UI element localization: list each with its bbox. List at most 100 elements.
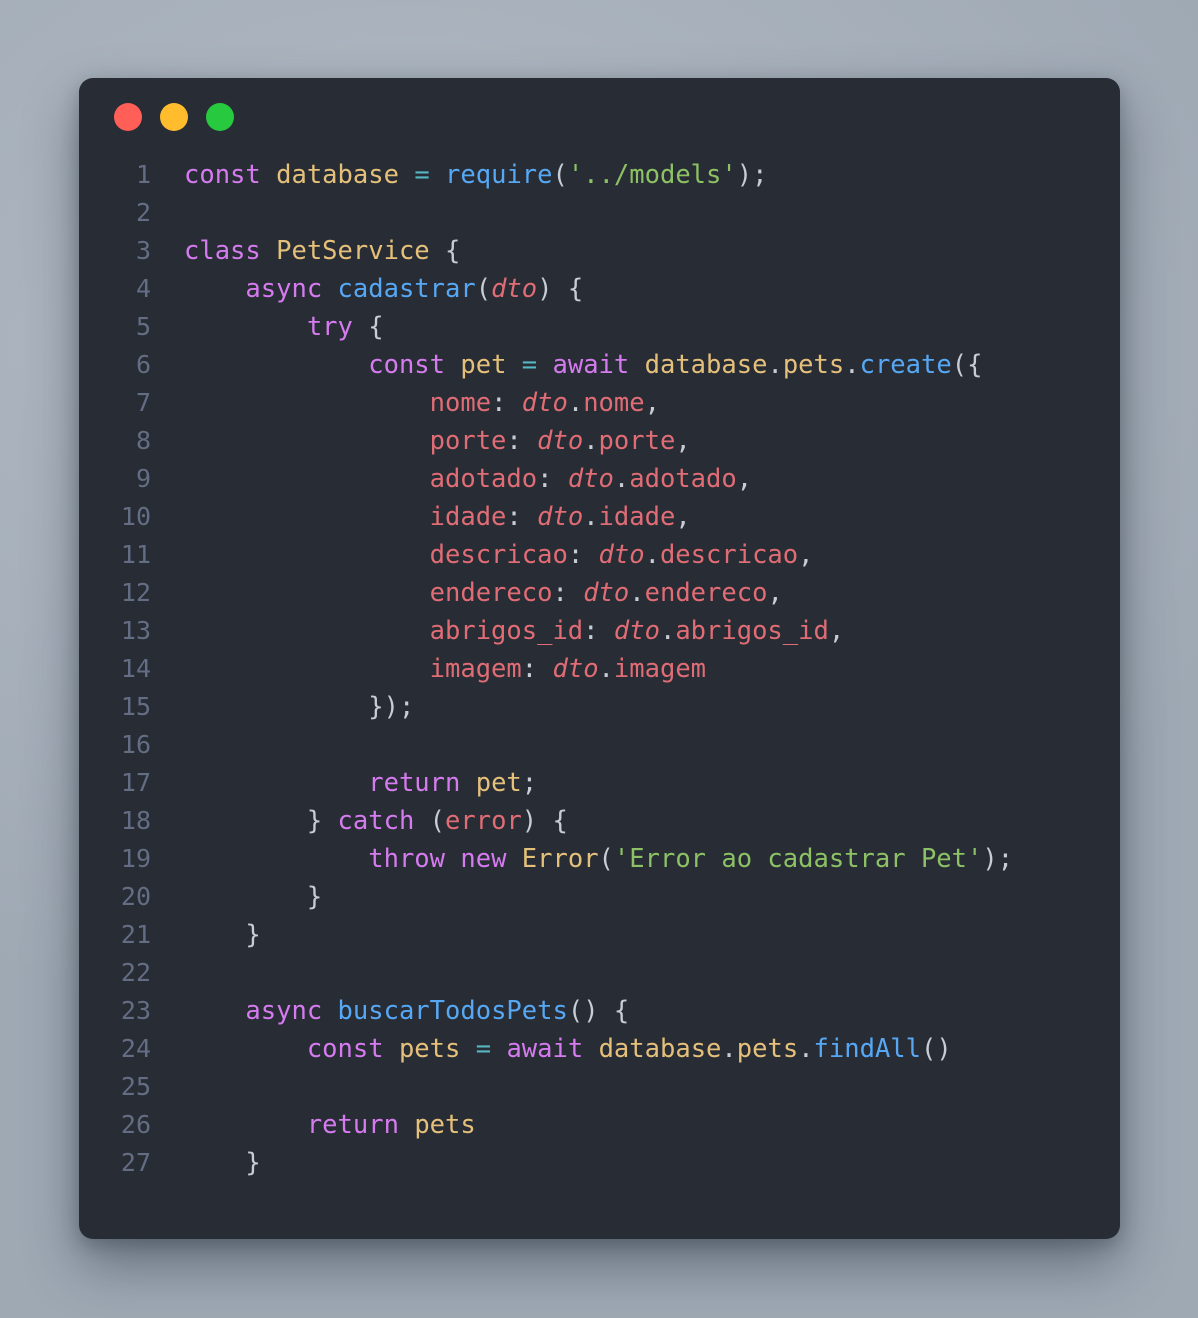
code-editor[interactable]: 1 const database = require('../models'); 2… — [79, 156, 1120, 1182]
token-kw: throw — [368, 844, 445, 874]
token-kw: async — [245, 996, 323, 1026]
token-kw: await — [552, 350, 630, 380]
token-punc: . — [721, 1034, 737, 1064]
code-line: 19 throw new Error('Error ao cadastrar P… — [79, 840, 1120, 878]
code-line-content: return pets — [151, 1106, 476, 1144]
token-punc: ( — [429, 806, 446, 836]
line-number: 7 — [135, 388, 151, 417]
token-punc: . — [767, 350, 783, 380]
token-punc: { — [445, 236, 461, 266]
line-number: 26 — [120, 1110, 151, 1139]
code-line-content: endereco: dto.endereco, — [151, 574, 783, 612]
code-line: 4 async cadastrar(dto) { — [79, 270, 1120, 308]
code-line: 25 — [79, 1068, 1120, 1106]
line-number: 25 — [120, 1072, 151, 1101]
code-line-content: async cadastrar(dto) { — [151, 270, 583, 308]
token-punc: { — [613, 996, 630, 1026]
token-prop: idade — [598, 502, 676, 532]
code-line-content: porte: dto.porte, — [151, 422, 691, 460]
token-prop: imagem — [613, 654, 707, 684]
token-kw: return — [368, 768, 461, 798]
token-punc: ) — [537, 274, 568, 304]
code-line: 3 class PetService { — [79, 232, 1120, 270]
code-line-content — [151, 194, 199, 232]
token-prop: endereco — [429, 578, 553, 608]
token-punc: . — [613, 464, 630, 494]
token-prop: porte — [598, 426, 676, 456]
minimize-button[interactable] — [160, 103, 188, 131]
token-punc: . — [844, 350, 860, 380]
token-prop: abrigos_id — [675, 616, 829, 646]
token-punc: } — [306, 882, 323, 912]
code-line-content: try { — [151, 308, 384, 346]
code-line: 14 imagem: dto.imagem — [79, 650, 1120, 688]
line-number: 22 — [120, 958, 151, 987]
token-kw: async — [245, 274, 323, 304]
token-prop: imagem — [429, 654, 522, 684]
code-line-content — [151, 1068, 199, 1106]
code-line: 5 try { — [79, 308, 1120, 346]
code-line: 6 const pet = await database.pets.create… — [79, 346, 1120, 384]
token-punc: } — [245, 920, 261, 950]
code-line-content: const pet = await database.pets.create({ — [151, 346, 982, 384]
token-punc: } — [306, 806, 323, 836]
code-line-content: }); — [151, 688, 414, 726]
token-param: dto — [537, 426, 584, 456]
close-button[interactable] — [114, 103, 142, 131]
line-number: 12 — [120, 578, 151, 607]
line-number: 21 — [120, 920, 151, 949]
token-fn: create — [859, 350, 952, 380]
token-param: dto — [537, 502, 584, 532]
code-line: 26 return pets — [79, 1106, 1120, 1144]
token-kw: try — [306, 312, 353, 342]
code-line-content: imagem: dto.imagem — [151, 650, 706, 688]
token-punc: ({ — [951, 350, 983, 380]
code-line: 2 — [79, 194, 1120, 232]
code-line-content: abrigos_id: dto.abrigos_id, — [151, 612, 845, 650]
token-punc: }); — [368, 692, 415, 722]
maximize-button[interactable] — [206, 103, 234, 131]
line-number: 9 — [135, 464, 151, 493]
token-punc: () — [921, 1034, 952, 1064]
token-punc: : — [506, 502, 538, 532]
token-prop: nome — [583, 388, 645, 418]
token-punc: , — [828, 616, 845, 646]
token-param: dto — [491, 274, 538, 304]
token-punc: : — [491, 388, 522, 418]
token-punc: . — [583, 502, 599, 532]
code-window: 1 const database = require('../models'); 2… — [79, 78, 1120, 1239]
token-op: = — [475, 1034, 492, 1064]
code-line: 15 }); — [79, 688, 1120, 726]
token-prop: adotado — [429, 464, 538, 494]
token-kw: return — [306, 1110, 399, 1140]
token-punc: . — [659, 616, 676, 646]
token-fn: findAll — [813, 1034, 922, 1064]
token-prop: porte — [429, 426, 507, 456]
line-number: 10 — [120, 502, 151, 531]
token-param: dto — [552, 654, 599, 684]
token-kw: new — [460, 844, 507, 874]
code-line: 21 } — [79, 916, 1120, 954]
line-number: 5 — [135, 312, 151, 341]
line-number: 11 — [120, 540, 151, 569]
code-line-content — [151, 954, 199, 992]
token-punc: ); — [982, 844, 1014, 874]
line-number: 24 — [120, 1034, 151, 1063]
